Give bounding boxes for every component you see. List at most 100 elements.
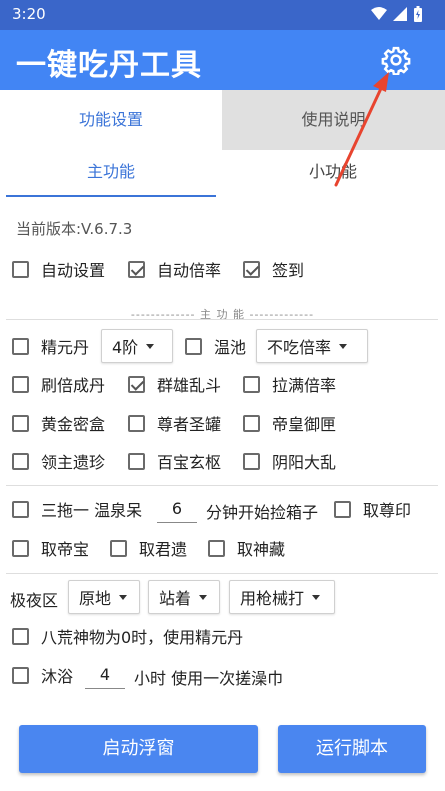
pull-full-multiplier-checkbox[interactable]: 拉满倍率 [243,371,336,397]
caret-down-icon [199,594,208,600]
brush-multiplier-checkbox[interactable]: 刷倍成丹 [12,371,105,397]
caret-down-icon [312,594,321,600]
checkbox-label: 取尊印 [363,501,412,520]
dropdown-value: 原地 [79,589,112,608]
checkbox-label: 领主遗珍 [41,453,106,472]
checkbox-box [128,260,145,278]
bath-checkbox[interactable]: 沐浴 [12,662,73,688]
checkbox-label: 尊者圣罐 [157,415,222,434]
minutes-input[interactable]: 6 [157,497,197,523]
dropdown-value: 4阶 [112,338,139,357]
jingyuandan-checkbox[interactable]: 精元丹 [12,333,89,359]
venerable-jar-checkbox[interactable]: 尊者圣罐 [128,410,221,436]
lord-relics-checkbox[interactable]: 领主遗珍 [12,448,105,474]
auto-multiplier-checkbox[interactable]: 自动倍率 [128,256,221,282]
checkbox-box [243,414,260,432]
checkbox-label: 三拖一 温泉呆 [41,501,143,520]
checkbox-box [208,539,225,557]
checkbox-box [12,500,29,518]
use-jingyuandan-checkbox[interactable]: 八荒神物为0时，使用精元丹 [12,623,243,649]
checkbox-box [12,414,29,432]
checkbox-label: 自动倍率 [157,261,222,280]
weapon-dropdown[interactable]: 用枪械打 [229,580,335,614]
minutes-suffix-label: 分钟开始捡箱子 [206,503,319,522]
treasure-hub-checkbox[interactable]: 百宝玄枢 [128,448,221,474]
app-bar: 一键吃丹工具 [0,30,445,90]
divider [6,485,438,486]
caret-down-icon [146,343,155,349]
tab-small-function[interactable]: 小功能 [222,150,444,198]
checkbox-box [12,539,29,557]
checkbox-label: 拉满倍率 [272,376,337,395]
position-dropdown[interactable]: 原地 [68,580,140,614]
emperor-box-checkbox[interactable]: 帝皇御匣 [243,410,336,436]
top-tabs: 功能设置 使用说明 [0,90,445,150]
polar-night-label: 极夜区 [10,591,59,610]
checkbox-box [243,260,260,278]
checkbox-box [185,337,202,355]
checkbox-label: 黄金密盒 [41,415,106,434]
checkbox-box [12,627,29,645]
checkbox-label: 温池 [214,338,247,357]
sub-tabs: 主功能 小功能 [0,150,445,198]
status-bar: 3:20 [0,0,445,30]
version-label: 当前版本:V.6.7.3 [16,220,133,238]
level-dropdown[interactable]: 4阶 [101,329,173,363]
wifi-icon [371,7,387,20]
checkbox-label: 沐浴 [41,667,74,686]
tab-main-function[interactable]: 主功能 [0,150,222,198]
caret-down-icon [119,594,128,600]
caret-down-icon [339,343,348,349]
checkbox-label: 帝皇御匣 [272,415,337,434]
run-script-button[interactable]: 运行脚本 [278,725,426,773]
checkbox-box [128,414,145,432]
take-emperor-treasure-checkbox[interactable]: 取帝宝 [12,535,89,561]
checkbox-box [12,337,29,355]
gear-icon[interactable] [381,45,411,75]
checkbox-label: 取神藏 [237,540,286,559]
checkbox-box [334,500,351,518]
checkbox-label: 取帝宝 [41,540,90,559]
hours-input[interactable]: 4 [85,663,125,689]
checkbox-label: 八荒神物为0时，使用精元丹 [41,628,244,647]
checkbox-box [12,260,29,278]
checkbox-box [12,666,29,684]
checkbox-box [243,452,260,470]
hot-spring-checkbox[interactable]: 温池 [185,333,246,359]
divider [6,573,438,574]
three-drag-checkbox[interactable]: 三拖一 温泉呆 [12,496,142,522]
checkbox-box [128,452,145,470]
checkbox-box [243,375,260,393]
stance-dropdown[interactable]: 站着 [148,580,220,614]
status-time: 3:20 [12,5,46,23]
app-title: 一键吃丹工具 [16,48,202,83]
checkbox-box [110,539,127,557]
divider [6,319,438,320]
checkbox-box [12,452,29,470]
hours-suffix-label: 小时 使用一次搓澡巾 [134,669,284,688]
multiplier-dropdown[interactable]: 不吃倍率 [256,329,368,363]
battery-icon [414,6,422,22]
tab-function-settings[interactable]: 功能设置 [0,90,222,150]
dropdown-value: 不吃倍率 [267,338,332,357]
yin-yang-chaos-checkbox[interactable]: 阴阳大乱 [243,448,336,474]
take-venerable-seal-checkbox[interactable]: 取尊印 [334,496,411,522]
checkbox-label: 阴阳大乱 [272,453,337,472]
sign-in-checkbox[interactable]: 签到 [243,256,304,282]
checkbox-label: 群雄乱斗 [157,376,222,395]
start-floating-window-button[interactable]: 启动浮窗 [19,725,258,773]
auto-settings-checkbox[interactable]: 自动设置 [12,256,105,282]
checkbox-label: 刷倍成丹 [41,376,106,395]
gold-box-checkbox[interactable]: 黄金密盒 [12,410,105,436]
checkbox-box [12,375,29,393]
tab-usage-instructions[interactable]: 使用说明 [222,90,445,150]
checkbox-label: 签到 [272,261,305,280]
checkbox-label: 精元丹 [41,338,90,357]
heroes-melee-checkbox[interactable]: 群雄乱斗 [128,371,221,397]
status-icons [371,6,423,22]
take-lord-relic-checkbox[interactable]: 取君遗 [110,535,187,561]
take-divine-collection-checkbox[interactable]: 取神藏 [208,535,285,561]
checkbox-label: 自动设置 [41,261,106,280]
dropdown-value: 站着 [159,589,192,608]
checkbox-label: 取君遗 [139,540,188,559]
